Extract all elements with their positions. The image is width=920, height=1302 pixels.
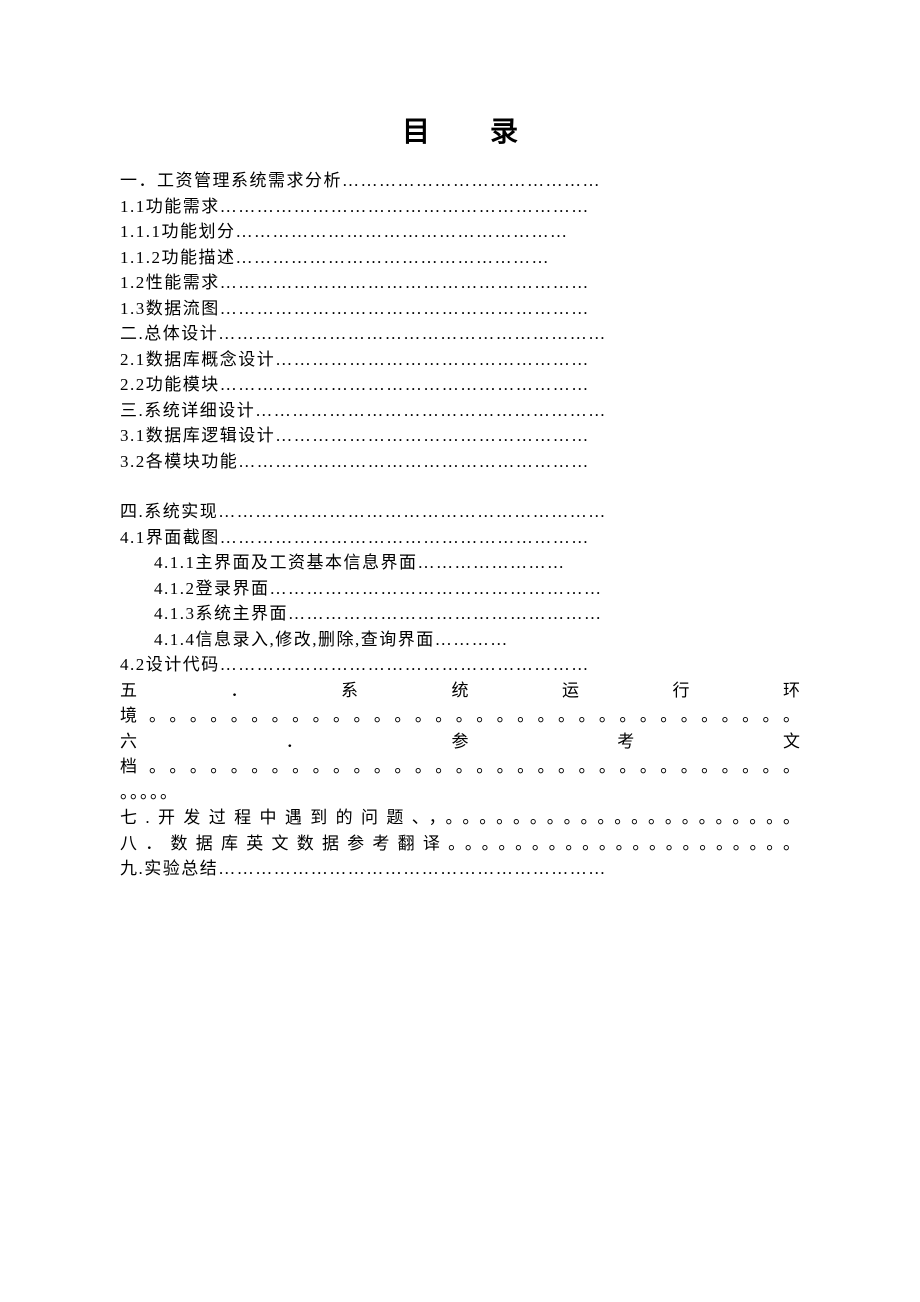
toc-entry-1: 一．工资管理系统需求分析……………………………………	[120, 168, 800, 194]
toc-entry-1-1-2: 1.1.2功能描述……………………………………………	[120, 245, 800, 271]
toc-entry-4-1-3: 4.1.3系统主界面……………………………………………	[120, 601, 800, 627]
toc-entry-7: 七.开发过程中遇到的问题、，。。。。。。。。。。。。。。。。。。。。。	[120, 805, 800, 831]
toc-entry-4-1-1: 4.1.1主界面及工资基本信息界面……………………	[120, 550, 800, 576]
toc-entry-2-1: 2.1数据库概念设计……………………………………………	[120, 347, 800, 373]
page-title: 目录	[120, 110, 800, 150]
toc-entry-4-1: 4.1界面截图……………………………………………………	[120, 525, 800, 551]
toc-entry-3-2: 3.2各模块功能…………………………………………………	[120, 449, 800, 475]
toc-entry-2-2: 2.2功能模块……………………………………………………	[120, 372, 800, 398]
toc-entry-9: 九.实验总结………………………………………………………	[120, 856, 800, 882]
toc-entry-4-2: 4.2设计代码……………………………………………………	[120, 652, 800, 678]
toc-entry-8: 八．数据库英文数据参考翻译。。。。。。。。。。。。。。。。。。。。。	[120, 831, 800, 857]
toc-entry-4-1-2: 4.1.2登录界面………………………………………………	[120, 576, 800, 602]
toc-entry-5-line1: 五．系统运行环	[120, 678, 800, 704]
toc-entry-4-1-4: 4.1.4信息录入,修改,删除,查询界面…………	[120, 627, 800, 653]
toc-entry-4: 四.系统实现………………………………………………………	[120, 499, 800, 525]
toc-entry-6-line2: 档。。。。。。。。。。。。。。。。。。。。。。。。。。。。。。。。	[120, 754, 800, 780]
toc-entry-3-1: 3.1数据库逻辑设计……………………………………………	[120, 423, 800, 449]
toc-entry-3: 三.系统详细设计…………………………………………………	[120, 398, 800, 424]
toc-entry-1-1-1: 1.1.1功能划分………………………………………………	[120, 219, 800, 245]
toc-entry-6-line3: 。。。。。	[120, 780, 800, 806]
toc-entry-5-line2: 境。。。。。。。。。。。。。。。。。。。。。。。。。。。。。。。。	[120, 703, 800, 729]
toc-entry-1-2: 1.2性能需求……………………………………………………	[120, 270, 800, 296]
toc-entry-6-line1: 六．参考文	[120, 729, 800, 755]
toc-entry-1-3: 1.3数据流图……………………………………………………	[120, 296, 800, 322]
toc-entry-2: 二.总体设计………………………………………………………	[120, 321, 800, 347]
toc-entry-1-1: 1.1功能需求……………………………………………………	[120, 194, 800, 220]
